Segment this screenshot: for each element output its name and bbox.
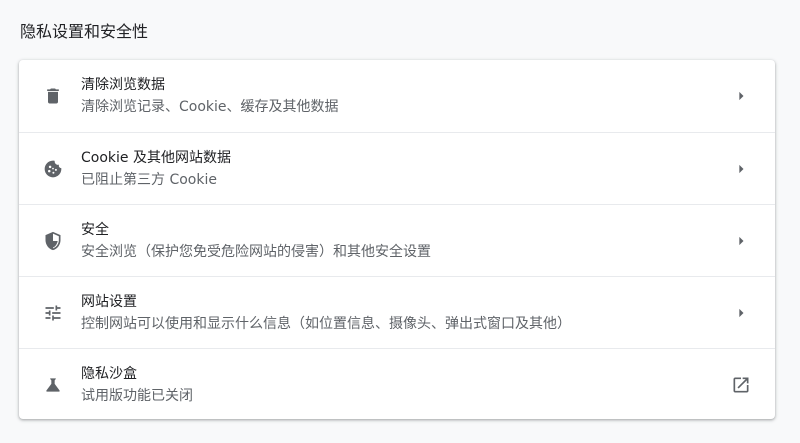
tune-icon [43,303,63,323]
security-title: 安全 [81,222,109,238]
clear-browsing-data-title: 清除浏览数据 [81,77,165,93]
site-settings-title: 网站设置 [81,294,137,310]
security-subtitle: 安全浏览（保护您免受危险网站的侵害）和其他安全设置 [81,244,431,260]
arrow-right-icon[interactable] [731,231,751,251]
cookie-icon [43,159,63,179]
privacy-sandbox-row[interactable]: 隐私沙盒 试用版功能已关闭 [19,348,775,421]
privacy-security-card: 清除浏览数据 清除浏览记录、Cookie、缓存及其他数据 Cookie 及其他网… [19,60,775,419]
cookies-subtitle: 已阻止第三方 Cookie [81,172,217,188]
site-settings-subtitle: 控制网站可以使用和显示什么信息（如位置信息、摄像头、弹出式窗口及其他） [81,316,571,332]
privacy-sandbox-subtitle: 试用版功能已关闭 [81,388,193,404]
arrow-right-icon[interactable] [731,303,751,323]
security-row[interactable]: 安全 安全浏览（保护您免受危险网站的侵害）和其他安全设置 [19,204,775,277]
section-title: 隐私设置和安全性 [20,22,149,41]
arrow-right-icon[interactable] [731,159,751,179]
privacy-sandbox-title: 隐私沙盒 [81,366,137,382]
clear-browsing-data-subtitle: 清除浏览记录、Cookie、缓存及其他数据 [81,99,339,115]
site-settings-row[interactable]: 网站设置 控制网站可以使用和显示什么信息（如位置信息、摄像头、弹出式窗口及其他） [19,276,775,349]
flask-icon [43,375,63,395]
open-in-new-icon[interactable] [731,375,751,395]
trash-icon [43,86,63,106]
cookies-row[interactable]: Cookie 及其他网站数据 已阻止第三方 Cookie [19,132,775,205]
cookies-title: Cookie 及其他网站数据 [81,150,231,166]
arrow-right-icon[interactable] [731,86,751,106]
shield-icon [43,231,63,251]
clear-browsing-data-row[interactable]: 清除浏览数据 清除浏览记录、Cookie、缓存及其他数据 [19,60,775,132]
